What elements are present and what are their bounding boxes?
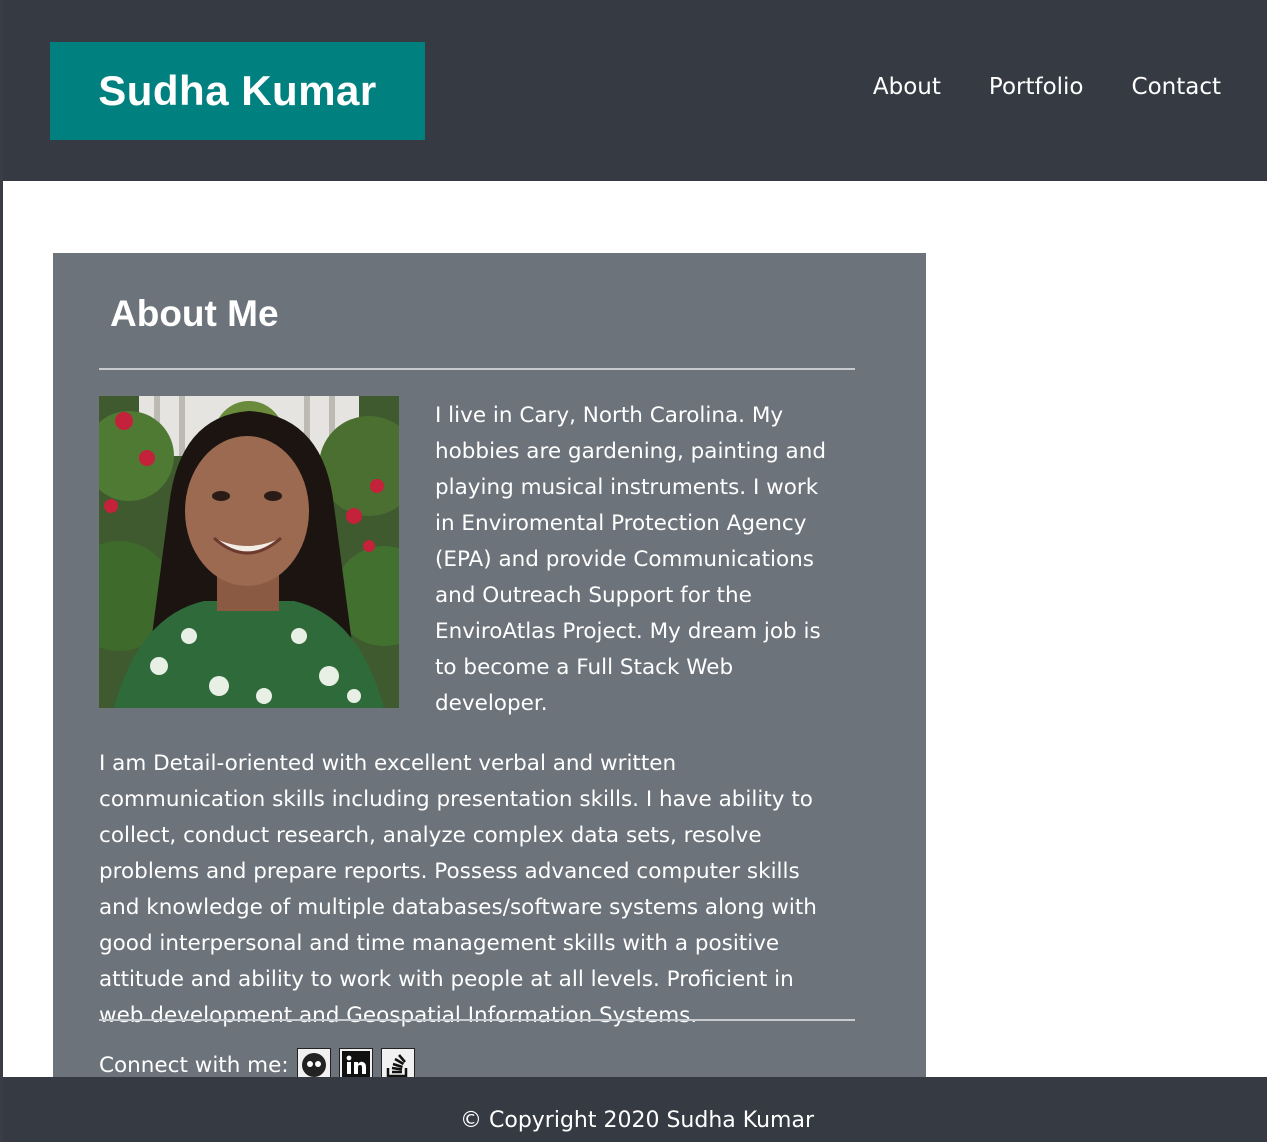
- brand-logo[interactable]: Sudha Kumar: [50, 42, 425, 140]
- divider-top: [99, 368, 855, 370]
- nav-link-contact[interactable]: Contact: [1132, 74, 1221, 100]
- site-footer: © Copyright 2020 Sudha Kumar: [3, 1077, 1267, 1142]
- copyright-text: © Copyright 2020 Sudha Kumar: [460, 1108, 814, 1133]
- about-title: About Me: [110, 293, 279, 334]
- main-nav: About Portfolio Contact: [873, 74, 1221, 100]
- connect-label: Connect with me:: [99, 1052, 289, 1078]
- site-header: Sudha Kumar About Portfolio Contact: [3, 0, 1267, 181]
- brand-name: Sudha Kumar: [98, 67, 377, 114]
- nav-link-portfolio[interactable]: Portfolio: [989, 74, 1084, 100]
- about-section: About Me I live in Cary, North Carolina.…: [53, 253, 926, 1083]
- nav-link-about[interactable]: About: [873, 74, 941, 100]
- bio-paragraph-2: I am Detail-oriented with excellent verb…: [99, 751, 817, 1028]
- bio-text: I live in Cary, North Carolina. My hobbi…: [99, 396, 843, 1034]
- page: Sudha Kumar About Portfolio Contact Abou…: [0, 0, 1267, 1142]
- divider-bottom: [99, 1019, 855, 1021]
